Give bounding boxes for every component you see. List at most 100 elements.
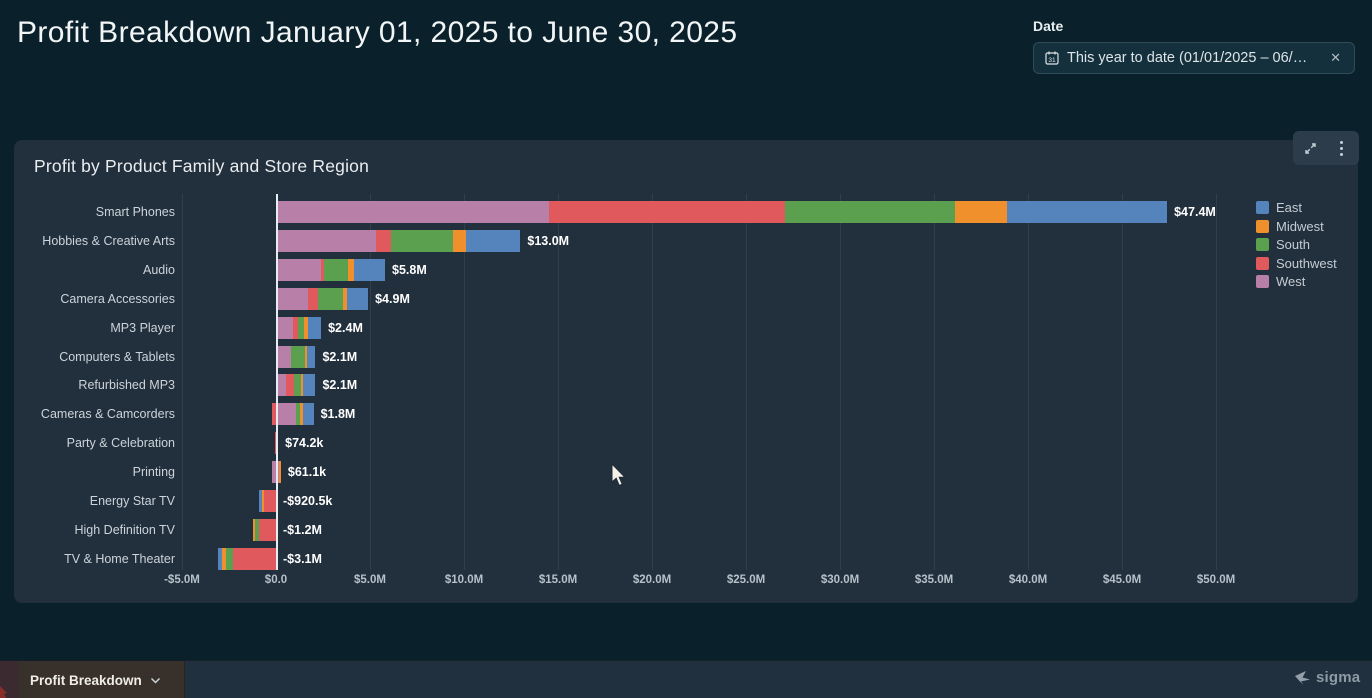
- legend-swatch: [1256, 220, 1269, 233]
- sigma-bird-icon: [1293, 670, 1313, 686]
- calendar-icon: 31: [1044, 50, 1060, 66]
- legend-swatch: [1256, 257, 1269, 270]
- bar-value-label: $1.8M: [321, 407, 356, 421]
- date-filter-label: Date: [1033, 18, 1355, 34]
- legend-swatch: [1256, 275, 1269, 288]
- legend-label: Southwest: [1276, 256, 1337, 271]
- bar-value-label: $2.1M: [322, 350, 357, 364]
- chart-legend: East Midwest South Southwest West: [1256, 200, 1337, 289]
- profit-bar-chart: -$5.0M$0.0$5.0M$10.0M$15.0M$20.0M$25.0M$…: [14, 140, 1358, 603]
- bar-segment-west[interactable]: [276, 317, 293, 339]
- bar-segment-southwest[interactable]: [286, 374, 294, 396]
- x-gridline: [1028, 194, 1029, 570]
- x-gridline: [1122, 194, 1123, 570]
- category-label: Party & Celebration: [20, 436, 175, 450]
- bar-value-label: $74.2k: [285, 436, 323, 450]
- x-axis-tick-label: $5.0M: [338, 574, 402, 586]
- x-gridline: [182, 194, 183, 570]
- bar-segment-west[interactable]: [276, 259, 321, 281]
- bar-segment-southwest[interactable]: [233, 548, 276, 570]
- bar-segment-east[interactable]: [347, 288, 368, 310]
- category-label: High Definition TV: [20, 523, 175, 537]
- category-label: Camera Accessories: [20, 292, 175, 306]
- bar-segment-south[interactable]: [291, 346, 305, 368]
- x-axis-tick-label: $10.0M: [432, 574, 496, 586]
- bar-value-label: -$3.1M: [283, 552, 322, 566]
- tab-profit-breakdown[interactable]: Profit Breakdown: [18, 661, 185, 698]
- date-filter-pill[interactable]: 31 This year to date (01/01/2025 – 06/… …: [1033, 42, 1355, 74]
- bar-segment-west[interactable]: [276, 201, 549, 223]
- bar-segment-southwest[interactable]: [549, 201, 786, 223]
- zero-axis-line: [276, 194, 278, 570]
- x-axis-tick-label: $45.0M: [1090, 574, 1154, 586]
- category-label: Audio: [20, 263, 175, 277]
- bar-segment-south[interactable]: [294, 374, 302, 396]
- bar-value-label: -$920.5k: [283, 494, 332, 508]
- date-filter-value: This year to date (01/01/2025 – 06/…: [1067, 50, 1320, 66]
- x-gridline: [1216, 194, 1217, 570]
- mouse-cursor: [611, 464, 629, 493]
- x-axis-tick-label: $40.0M: [996, 574, 1060, 586]
- x-axis-tick-label: $20.0M: [620, 574, 684, 586]
- bar-segment-midwest[interactable]: [955, 201, 1008, 223]
- bar-segment-southwest[interactable]: [308, 288, 318, 310]
- bar-segment-east[interactable]: [466, 230, 521, 252]
- bar-segment-southwest[interactable]: [264, 490, 276, 512]
- category-label: Computers & Tablets: [20, 350, 175, 364]
- legend-label: East: [1276, 200, 1302, 215]
- legend-item-south[interactable]: South: [1256, 237, 1337, 252]
- bar-segment-east[interactable]: [354, 259, 385, 281]
- bar-segment-west[interactable]: [276, 346, 291, 368]
- page-title: Profit Breakdown January 01, 2025 to Jun…: [17, 16, 737, 50]
- bar-segment-midwest[interactable]: [453, 230, 466, 252]
- bar-segment-south[interactable]: [324, 259, 348, 281]
- sigma-logo: sigma: [1293, 669, 1360, 686]
- x-axis-tick-label: -$5.0M: [150, 574, 214, 586]
- bar-segment-east[interactable]: [307, 346, 316, 368]
- bar-segment-east[interactable]: [303, 374, 315, 396]
- bar-segment-southwest[interactable]: [376, 230, 391, 252]
- bar-segment-west[interactable]: [276, 288, 308, 310]
- x-gridline: [558, 194, 559, 570]
- tab-label: Profit Breakdown: [30, 673, 142, 688]
- category-label: TV & Home Theater: [20, 552, 175, 566]
- bar-value-label: $13.0M: [527, 234, 569, 248]
- bar-value-label: -$1.2M: [283, 523, 322, 537]
- legend-item-east[interactable]: East: [1256, 200, 1337, 215]
- bar-segment-east[interactable]: [303, 403, 314, 425]
- bar-segment-east[interactable]: [308, 317, 321, 339]
- bar-segment-south[interactable]: [785, 201, 954, 223]
- legend-label: South: [1276, 237, 1310, 252]
- bar-value-label: $2.1M: [322, 378, 357, 392]
- chevron-down-icon: [150, 677, 161, 684]
- svg-text:31: 31: [1048, 57, 1056, 64]
- x-axis-tick-label: $25.0M: [714, 574, 778, 586]
- legend-item-west[interactable]: West: [1256, 274, 1337, 289]
- x-axis-tick-label: $0.0: [244, 574, 308, 586]
- bar-segment-south[interactable]: [226, 548, 233, 570]
- category-label: Energy Star TV: [20, 494, 175, 508]
- category-label: Smart Phones: [20, 205, 175, 219]
- legend-item-midwest[interactable]: Midwest: [1256, 219, 1337, 234]
- x-axis-tick-label: $35.0M: [902, 574, 966, 586]
- bar-segment-west[interactable]: [276, 403, 296, 425]
- bar-value-label: $2.4M: [328, 321, 363, 335]
- legend-label: Midwest: [1276, 219, 1324, 234]
- bar-segment-east[interactable]: [1007, 201, 1167, 223]
- legend-swatch: [1256, 238, 1269, 251]
- expand-icon[interactable]: [1298, 135, 1324, 161]
- close-icon[interactable]: ✕: [1327, 48, 1344, 68]
- legend-swatch: [1256, 201, 1269, 214]
- bar-segment-southwest[interactable]: [259, 519, 276, 541]
- bar-segment-south[interactable]: [391, 230, 453, 252]
- date-filter: Date 31 This year to date (01/01/2025 – …: [1033, 18, 1355, 74]
- footer-bar: Profit Breakdown sigma: [0, 660, 1372, 698]
- category-label: Hobbies & Creative Arts: [20, 234, 175, 248]
- kebab-menu-icon[interactable]: [1328, 135, 1354, 161]
- x-gridline: [652, 194, 653, 570]
- bar-segment-midwest[interactable]: [279, 461, 281, 483]
- legend-item-southwest[interactable]: Southwest: [1256, 256, 1337, 271]
- bar-segment-west[interactable]: [276, 230, 376, 252]
- bar-segment-south[interactable]: [318, 288, 342, 310]
- category-label: Printing: [20, 465, 175, 479]
